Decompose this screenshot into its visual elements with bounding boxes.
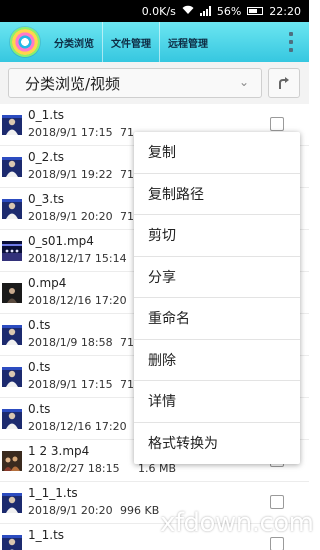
watermark-text: xfdown.com bbox=[160, 508, 314, 538]
battery-icon bbox=[247, 7, 264, 15]
context-menu-item[interactable]: 剪切 bbox=[134, 215, 300, 257]
file-size: 71 bbox=[120, 168, 134, 181]
file-name: 1 2 3.mp4 bbox=[28, 444, 90, 458]
current-path: 分类浏览/视频 bbox=[25, 74, 121, 93]
network-speed: 0.0K/s bbox=[141, 4, 176, 18]
file-date: 2018/9/1 20:20 bbox=[28, 210, 113, 223]
file-size: 996 KB bbox=[120, 504, 160, 517]
context-menu: 复制 复制路径 剪切 分享 重命名 删除 详情 格式转换为 bbox=[134, 132, 300, 464]
file-date: 2018/9/1 17:15 bbox=[28, 126, 113, 139]
select-checkbox[interactable] bbox=[270, 495, 284, 509]
clock: 22:20 bbox=[269, 4, 301, 18]
file-date: 2018/2/27 18:15 bbox=[28, 462, 120, 475]
video-thumbnail-icon bbox=[2, 535, 22, 550]
file-date: 2018/12/16 17:20 bbox=[28, 420, 127, 433]
file-name: 1_1_1.ts bbox=[28, 486, 78, 500]
video-thumbnail-icon bbox=[2, 199, 22, 219]
video-thumbnail-icon bbox=[2, 283, 22, 303]
up-arrow-icon bbox=[279, 77, 289, 89]
tab-remote-manager[interactable]: 远程管理 bbox=[160, 22, 216, 62]
context-menu-item[interactable]: 复制路径 bbox=[134, 174, 300, 215]
video-thumbnail-icon bbox=[2, 493, 22, 513]
file-date: 2018/12/16 17:20 bbox=[28, 294, 127, 307]
file-name: 0.ts bbox=[28, 318, 51, 332]
go-up-button[interactable] bbox=[268, 68, 300, 98]
file-date: 2018/9/1 19:22 bbox=[28, 168, 113, 181]
signal-icon bbox=[199, 6, 211, 16]
app-logo-icon[interactable] bbox=[10, 27, 40, 57]
video-thumbnail-icon bbox=[2, 115, 22, 135]
file-size: 71 bbox=[120, 378, 134, 391]
file-name: 0_3.ts bbox=[28, 192, 65, 206]
video-thumbnail-icon bbox=[2, 325, 22, 345]
main-tabs: 分类浏览 文件管理 远程管理 bbox=[48, 22, 216, 62]
wifi-icon bbox=[182, 5, 194, 18]
file-name: 0_2.ts bbox=[28, 150, 65, 164]
context-menu-item[interactable]: 删除 bbox=[134, 340, 300, 381]
battery-percent: 56% bbox=[216, 4, 242, 18]
video-thumbnail-icon bbox=[2, 367, 22, 387]
overflow-menu-icon[interactable] bbox=[289, 32, 293, 52]
file-size: 71 bbox=[120, 210, 134, 223]
file-date: 2018/12/17 15:14 bbox=[28, 252, 127, 265]
chevron-down-icon: ⌄ bbox=[238, 75, 249, 89]
file-name: 0.ts bbox=[28, 402, 51, 416]
select-checkbox[interactable] bbox=[270, 537, 284, 550]
context-menu-item[interactable]: 复制 bbox=[134, 132, 300, 174]
file-name: 0_s01.mp4 bbox=[28, 234, 94, 248]
video-thumbnail-icon bbox=[2, 409, 22, 429]
tab-file-manager[interactable]: 文件管理 bbox=[103, 22, 160, 62]
app-header: 分类浏览 文件管理 远程管理 bbox=[0, 22, 309, 62]
video-thumbnail-icon bbox=[2, 241, 22, 261]
video-thumbnail-icon bbox=[2, 451, 22, 471]
file-date: 2018/9/1 17:15 bbox=[28, 378, 113, 391]
file-date: 2018/9/1 20:20 bbox=[28, 504, 113, 517]
file-name: 1_1.ts bbox=[28, 528, 65, 542]
file-name: 0_1.ts bbox=[28, 108, 65, 122]
video-thumbnail-icon bbox=[2, 157, 22, 177]
context-menu-item[interactable]: 重命名 bbox=[134, 298, 300, 340]
file-size: 71 bbox=[120, 336, 134, 349]
tab-category-browse[interactable]: 分类浏览 bbox=[48, 22, 103, 62]
path-dropdown[interactable]: 分类浏览/视频 ⌄ bbox=[8, 68, 262, 98]
file-name: 0.mp4 bbox=[28, 276, 67, 290]
path-bar: 分类浏览/视频 ⌄ bbox=[0, 62, 309, 104]
context-menu-item[interactable]: 详情 bbox=[134, 381, 300, 423]
file-name: 0.ts bbox=[28, 360, 51, 374]
select-checkbox[interactable] bbox=[270, 117, 284, 131]
context-menu-item[interactable]: 格式转换为 bbox=[134, 423, 300, 465]
status-bar: 0.0K/s 56% 22:20 bbox=[0, 0, 309, 22]
file-date: 2018/1/9 18:58 bbox=[28, 336, 113, 349]
file-size: 71 bbox=[120, 126, 134, 139]
context-menu-item[interactable]: 分享 bbox=[134, 257, 300, 298]
